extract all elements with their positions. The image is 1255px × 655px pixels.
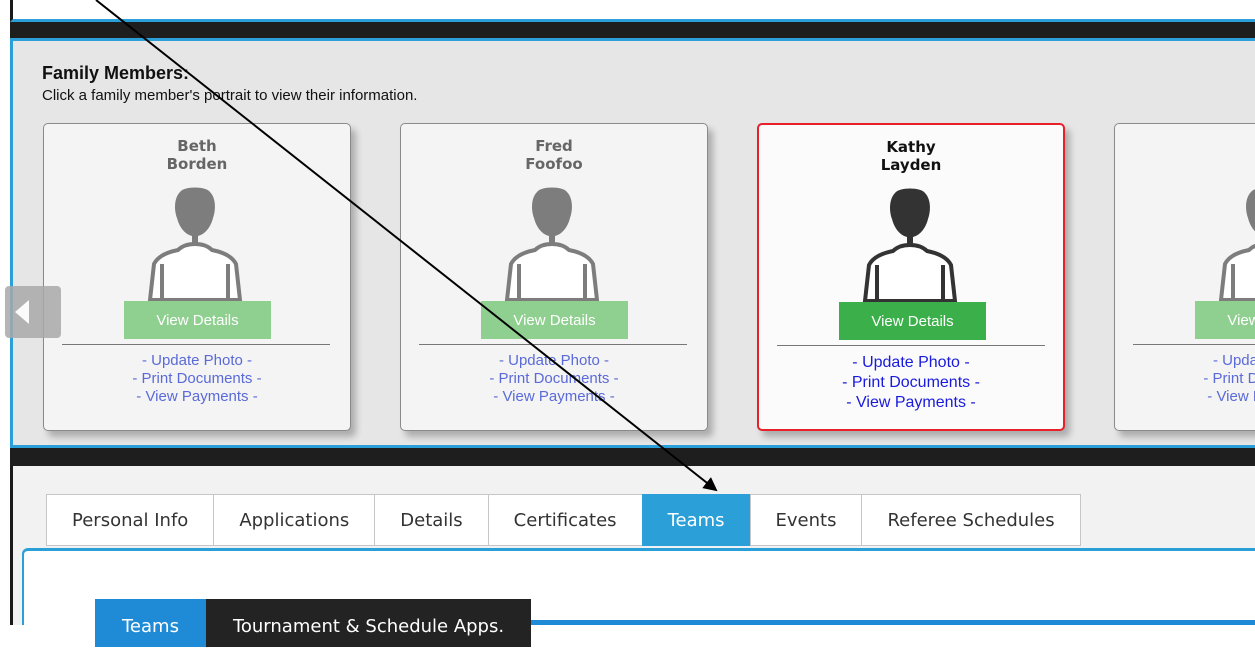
card-divider (777, 345, 1045, 346)
card-divider (62, 344, 330, 345)
subtab-teams[interactable]: Teams (95, 599, 206, 647)
portrait-silhouette-icon[interactable] (140, 184, 250, 302)
member-name: Fred Foofoo (525, 137, 583, 173)
section-divider (10, 448, 1255, 466)
portrait-silhouette-icon[interactable] (1211, 184, 1255, 302)
card-links: - Update Photo - - Print Documents - - V… (759, 353, 1063, 413)
card-divider (419, 344, 687, 345)
portrait-silhouette-icon[interactable] (855, 185, 965, 303)
tab-personal-info[interactable]: Personal Info (46, 494, 214, 546)
family-members-instructions: Click a family member's portrait to view… (42, 87, 418, 104)
update-photo-link[interactable]: - Update Photo - (1115, 352, 1255, 370)
card-links: - Update Photo - - Print Documents - - V… (1115, 352, 1255, 406)
chevron-left-icon (15, 300, 29, 324)
print-documents-link[interactable]: - Print Documents - (44, 370, 350, 388)
header-divider (10, 22, 1255, 38)
update-photo-link[interactable]: - Update Photo - (401, 352, 707, 370)
print-documents-link[interactable]: - Print Documents - (401, 370, 707, 388)
teams-subtabs: Teams Tournament & Schedule Apps. (95, 599, 532, 647)
member-name: Fra Fo (1115, 137, 1255, 173)
member-card-partial[interactable]: Fra Fo View Details - Update Photo - - P… (1114, 123, 1255, 431)
tab-events[interactable]: Events (749, 494, 862, 546)
tab-teams[interactable]: Teams (641, 494, 750, 546)
card-links: - Update Photo - - Print Documents - - V… (44, 352, 350, 406)
portrait-silhouette-icon[interactable] (497, 184, 607, 302)
view-details-button[interactable]: View Details (1195, 301, 1255, 339)
view-details-button[interactable]: View Details (839, 302, 986, 340)
tab-referee-schedules[interactable]: Referee Schedules (861, 494, 1081, 546)
carousel-prev-button[interactable] (5, 286, 61, 338)
view-details-button[interactable]: View Details (124, 301, 271, 339)
view-payments-link[interactable]: - View Payments - (759, 393, 1063, 413)
member-name: Beth Borden (166, 137, 228, 173)
member-card-beth-borden[interactable]: Beth Borden View Details - Update Photo … (43, 123, 351, 431)
member-name: Kathy Layden (880, 138, 942, 174)
view-payments-link[interactable]: - View Payments - (401, 388, 707, 406)
member-tabs: Personal Info Applications Details Certi… (46, 494, 1081, 546)
update-photo-link[interactable]: - Update Photo - (44, 352, 350, 370)
top-strip (10, 0, 1255, 22)
family-members-panel: Family Members: Click a family member's … (10, 38, 1255, 448)
member-card-kathy-layden[interactable]: Kathy Layden View Details - Update Photo… (757, 123, 1065, 431)
view-payments-link[interactable]: - View Payments - (44, 388, 350, 406)
tab-applications[interactable]: Applications (213, 494, 375, 546)
tab-details[interactable]: Details (374, 494, 488, 546)
print-documents-link[interactable]: - Print Documents - (1115, 370, 1255, 388)
view-payments-link[interactable]: - View Payments - (1115, 388, 1255, 406)
card-divider (1133, 344, 1255, 345)
card-links: - Update Photo - - Print Documents - - V… (401, 352, 707, 406)
print-documents-link[interactable]: - Print Documents - (759, 373, 1063, 393)
update-photo-link[interactable]: - Update Photo - (759, 353, 1063, 373)
view-details-button[interactable]: View Details (481, 301, 628, 339)
subtab-tournament-schedule-apps[interactable]: Tournament & Schedule Apps. (205, 599, 532, 647)
family-members-title: Family Members: (42, 63, 190, 83)
member-card-fred-foofoo[interactable]: Fred Foofoo View Details - Update Photo … (400, 123, 708, 431)
tab-certificates[interactable]: Certificates (487, 494, 642, 546)
